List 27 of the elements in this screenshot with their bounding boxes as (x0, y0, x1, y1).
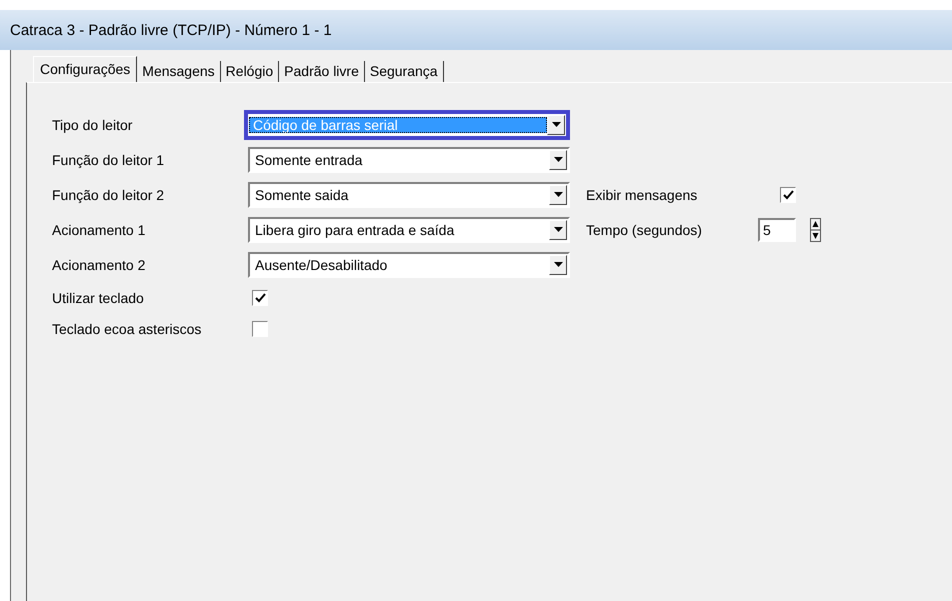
field-label: Exibir mensagens (586, 186, 698, 202)
number-field[interactable]: 5 (758, 218, 796, 242)
checkbox[interactable] (252, 320, 268, 336)
checkbox[interactable] (252, 290, 268, 306)
field-label: Tipo do leitor (52, 116, 134, 132)
window-title: Catraca 3 - Padrão livre (TCP/IP) - Número 1 - 1 (0, 10, 952, 50)
field-label: Função do leitor 2 (52, 186, 166, 202)
dropdown[interactable]: Ausente/Desabilitado (248, 252, 570, 278)
caret-icon (554, 157, 562, 162)
spinner-icon[interactable] (810, 218, 821, 242)
field-label: Função do leitor 1 (52, 152, 166, 168)
caret-icon (554, 192, 562, 197)
check-icon (254, 292, 266, 302)
dropdown[interactable]: Libera giro para entrada e saída (248, 216, 570, 242)
field-label: Acionamento 1 (52, 222, 146, 238)
dropdown[interactable]: Somente saida (248, 182, 570, 208)
caret-icon (554, 262, 562, 267)
caret-icon (552, 122, 560, 127)
field-label: Acionamento 2 (52, 256, 146, 272)
field-label: Teclado ecoa asteriscos (52, 320, 202, 336)
field-label: Utilizar teclado (52, 290, 145, 306)
field-label: Tempo (segundos) (586, 222, 703, 238)
caret-icon (554, 227, 562, 232)
tab[interactable]: Configurações (33, 56, 138, 82)
checkbox[interactable] (780, 186, 796, 202)
check-icon (782, 190, 794, 200)
dropdown[interactable]: Somente entrada (248, 146, 570, 172)
